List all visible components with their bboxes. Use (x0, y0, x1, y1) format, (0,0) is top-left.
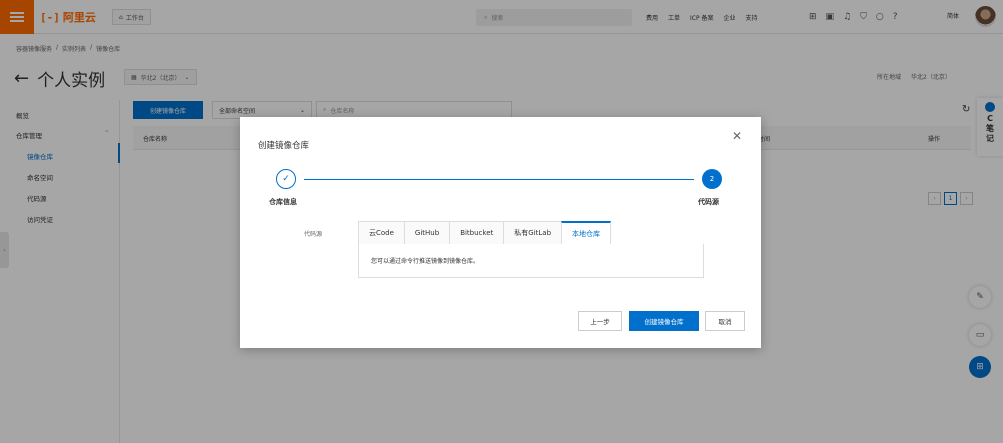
step-label-code-source: 代码源 (698, 198, 719, 206)
tab-private-gitlab[interactable]: 私有GitLab (503, 221, 563, 244)
dialog-title: 创建镜像仓库 (258, 141, 310, 151)
create-repo-submit-button[interactable]: 创建镜像仓库 (629, 311, 699, 331)
tab-panel: 您可以通过命令行推送镜像到镜像仓库。 (358, 244, 704, 278)
step-label-repo-info: 仓库信息 (269, 198, 297, 206)
close-icon[interactable]: ✕ (732, 129, 742, 143)
create-repo-dialog: 创建镜像仓库 ✕ ✓ 2 仓库信息 代码源 代码源 云Code GitHub B… (240, 117, 761, 348)
tab-yuncode[interactable]: 云Code (358, 221, 405, 244)
step-done-check-icon: ✓ (276, 169, 296, 189)
tab-bitbucket[interactable]: Bitbucket (449, 221, 505, 244)
tab-local-repo[interactable]: 本地仓库 (561, 221, 612, 244)
tab-github[interactable]: GitHub (403, 221, 451, 244)
stepper: ✓ 2 仓库信息 代码源 (266, 169, 734, 209)
code-source-tabs: 云Code GitHub Bitbucket 私有GitLab 本地仓库 (358, 221, 612, 244)
panel-text: 您可以通过命令行推送镜像到镜像仓库。 (371, 258, 480, 265)
code-source-label: 代码源 (304, 231, 323, 238)
step-current-number: 2 (702, 169, 722, 189)
prev-step-button[interactable]: 上一步 (578, 311, 622, 331)
step-connector (304, 179, 694, 180)
cancel-button[interactable]: 取消 (705, 311, 745, 331)
